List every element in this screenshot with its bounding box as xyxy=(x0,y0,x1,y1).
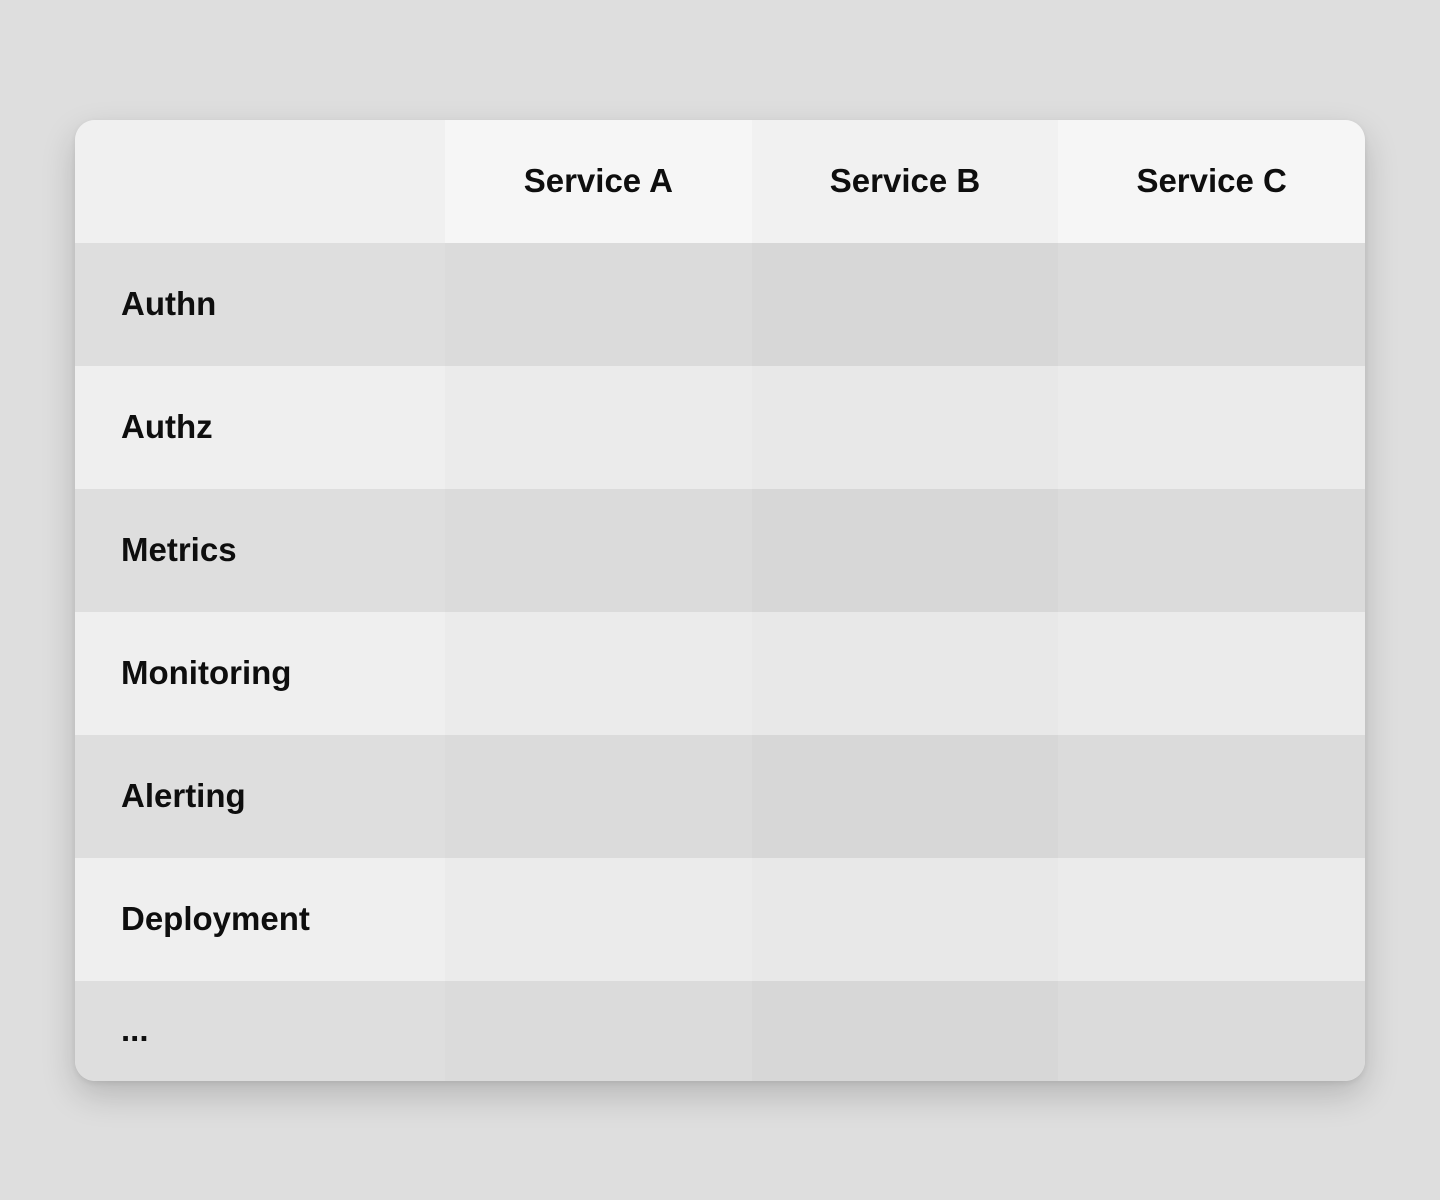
row-header-alerting: Alerting xyxy=(75,735,445,858)
row-header-label: Monitoring xyxy=(121,654,291,692)
table-cell xyxy=(1058,366,1365,489)
row-header-metrics: Metrics xyxy=(75,489,445,612)
table-cell xyxy=(445,489,752,612)
table-cell xyxy=(752,735,1059,858)
header-empty-cell xyxy=(75,120,445,243)
row-header-label: Authz xyxy=(121,408,213,446)
row-header-label: Alerting xyxy=(121,777,246,815)
matrix-table: Service A Service B Service C Authn xyxy=(75,120,1365,1081)
table-cell xyxy=(752,858,1059,981)
table-cell xyxy=(752,366,1059,489)
column-header-label: Service C xyxy=(1136,162,1286,200)
row-header-label: Metrics xyxy=(121,531,237,569)
table-cell xyxy=(1058,243,1365,366)
table-cell xyxy=(752,489,1059,612)
table-cell xyxy=(445,858,752,981)
table-cell xyxy=(1058,858,1365,981)
column-header-service-b: Service B xyxy=(752,120,1059,243)
table-cell xyxy=(445,243,752,366)
row-header-label: ... xyxy=(121,1011,149,1049)
column-header-label: Service A xyxy=(524,162,673,200)
table-cell xyxy=(752,981,1059,1081)
table-cell xyxy=(1058,489,1365,612)
table-cell xyxy=(445,612,752,735)
row-header-deployment: Deployment xyxy=(75,858,445,981)
table-cell xyxy=(752,243,1059,366)
column-header-service-a: Service A xyxy=(445,120,752,243)
row-header-more: ... xyxy=(75,981,445,1081)
table-cell xyxy=(1058,612,1365,735)
row-header-label: Deployment xyxy=(121,900,310,938)
column-header-service-c: Service C xyxy=(1058,120,1365,243)
table-cell xyxy=(445,981,752,1081)
row-header-label: Authn xyxy=(121,285,216,323)
row-header-authz: Authz xyxy=(75,366,445,489)
column-header-label: Service B xyxy=(830,162,980,200)
table-cell xyxy=(1058,981,1365,1081)
table-cell xyxy=(445,366,752,489)
table-cell xyxy=(752,612,1059,735)
table-cell xyxy=(1058,735,1365,858)
row-header-authn: Authn xyxy=(75,243,445,366)
row-header-monitoring: Monitoring xyxy=(75,612,445,735)
table-cell xyxy=(445,735,752,858)
